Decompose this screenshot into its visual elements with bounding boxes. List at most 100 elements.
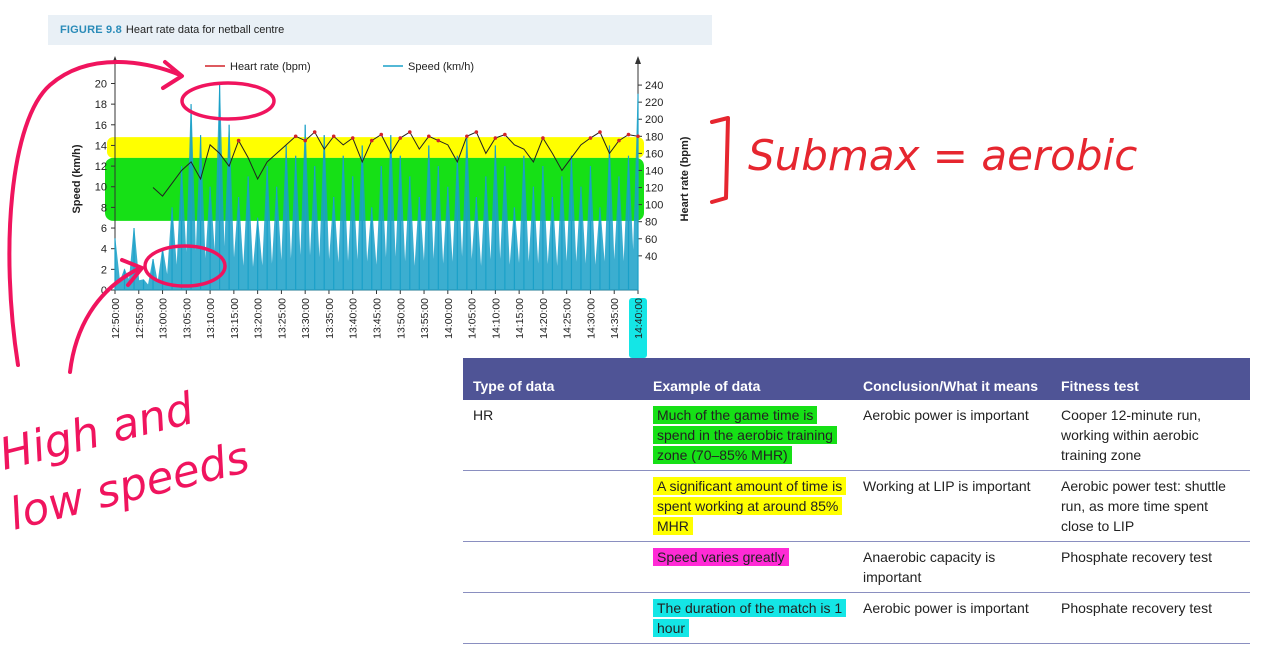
left-tick-label: 8 (101, 202, 107, 214)
table-row: The duration of the match is 1 hour Aero… (463, 592, 1250, 644)
cell-type: HR (463, 400, 643, 471)
heart-rate-point (474, 130, 479, 134)
heart-rate-point (379, 132, 384, 137)
x-tick-label: 14:10:00 (490, 298, 502, 339)
heart-rate-point (617, 138, 621, 143)
left-axis-label: Speed (km/h) (71, 144, 83, 213)
cell-test: Phosphate recovery test (1051, 541, 1250, 593)
x-tick-label: 13:10:00 (205, 298, 217, 339)
cell-type (463, 592, 643, 644)
table-row: HR Much of the game time is spend in the… (463, 400, 1250, 471)
x-tick-label: 14:25:00 (562, 298, 574, 339)
x-tick-label: 14:20:00 (538, 298, 550, 339)
left-tick-label: 20 (95, 78, 107, 90)
heart-rate-point (293, 134, 298, 139)
right-tick-label: 180 (645, 131, 663, 143)
left-tick-label: 0 (101, 285, 107, 297)
high-low-annotation-2: low speeds (4, 432, 254, 541)
right-tick-label: 240 (645, 80, 663, 92)
left-tick-label: 2 (101, 264, 107, 276)
yellow-highlight-band (107, 137, 644, 158)
heart-rate-point (369, 138, 374, 143)
cell-example-text: A significant amount of time is spent wo… (653, 477, 847, 535)
x-tick-label: 13:00:00 (158, 298, 170, 339)
cell-type (463, 470, 643, 542)
heart-rate-point (398, 136, 403, 140)
x-tick-label: 14:35:00 (609, 298, 621, 339)
x-tick-label: 12:55:00 (134, 298, 146, 339)
cell-type (463, 541, 643, 593)
heart-rate-point (407, 130, 412, 134)
x-tick-label: 14:30:00 (585, 298, 597, 339)
cell-example: A significant amount of time is spent wo… (643, 470, 853, 542)
x-tick-label: 13:55:00 (419, 298, 431, 339)
heart-rate-point (503, 132, 507, 137)
heart-rate-point (493, 136, 498, 140)
right-tick-label: 100 (645, 200, 663, 212)
high-low-annotation-1: High and (0, 383, 200, 481)
heart-rate-point (588, 136, 593, 140)
header-test: Fitness test (1051, 358, 1250, 400)
x-tick-label: 13:50:00 (395, 298, 407, 339)
cell-conclusion: Anaerobic capacity is important (853, 541, 1051, 593)
table-row: A significant amount of time is spent wo… (463, 470, 1250, 542)
right-tick-label: 140 (645, 165, 663, 177)
left-tick-label: 10 (95, 182, 107, 194)
figure-header: FIGURE 9.8 Heart rate data for netball c… (48, 15, 712, 45)
heart-rate-point (303, 138, 307, 143)
left-tick-label: 6 (101, 223, 107, 235)
legend-speed-label: Speed (km/h) (408, 61, 474, 73)
right-axis-arrow (635, 56, 641, 64)
cell-example-text: Speed varies greatly (653, 548, 789, 566)
right-tick-label: 120 (645, 183, 663, 195)
right-tick-label: 60 (645, 234, 657, 246)
heart-rate-point (636, 134, 640, 139)
heart-rate-point (312, 130, 317, 134)
header-conclusion: Conclusion/What it means (853, 358, 1051, 400)
cell-example: Much of the game time is spend in the ae… (643, 400, 853, 471)
left-tick-label: 14 (95, 140, 107, 152)
x-tick-label: 13:15:00 (229, 298, 241, 339)
x-tick-label: 13:05:00 (181, 298, 193, 339)
right-tick-label: 160 (645, 148, 663, 160)
heart-rate-point (350, 136, 355, 140)
cell-example-text: Much of the game time is spend in the ae… (653, 406, 837, 464)
left-tick-label: 16 (95, 120, 107, 132)
figure-title: Heart rate data for netball centre (125, 24, 285, 36)
x-tick-label: 14:05:00 (467, 298, 479, 339)
x-tick-label: 13:30:00 (300, 298, 312, 339)
cell-test: Cooper 12-minute run, working within aer… (1051, 400, 1250, 471)
cell-conclusion: Aerobic power is important (853, 400, 1051, 471)
x-tick-label: 12:50:00 (110, 298, 122, 339)
left-tick-label: 4 (101, 244, 107, 256)
heart-rate-speed-chart: 0 2 4 6 8 10 12 14 16 18 20 40 60 80 100 120 140 160 180 20… (71, 56, 691, 358)
right-axis-label: Heart rate (bpm) (679, 136, 691, 221)
cell-conclusion: Working at LIP is important (853, 470, 1051, 542)
cell-example: The duration of the match is 1 hour (643, 592, 853, 644)
x-tick-label: 13:45:00 (372, 298, 384, 339)
heart-rate-point (427, 134, 431, 139)
legend-heart-rate-label: Heart rate (bpm) (230, 61, 311, 73)
right-tick-label: 80 (645, 217, 657, 229)
table-row: Speed varies greatly Anaerobic capacity … (463, 541, 1250, 593)
heart-rate-point (465, 134, 469, 139)
fitness-table: Type of data Example of data Conclusion/… (463, 358, 1250, 644)
heart-rate-point (598, 130, 602, 134)
right-tick-label: 220 (645, 97, 663, 109)
cell-test: Aerobic power test: shuttle run, as more… (1051, 470, 1250, 542)
cell-example: Speed varies greatly (643, 541, 853, 593)
x-tick-label: 14:15:00 (514, 298, 526, 339)
heart-rate-point (436, 138, 441, 143)
cell-test: Phosphate recovery test (1051, 592, 1250, 644)
x-tick-label: 13:40:00 (348, 298, 360, 339)
fitness-table-container: Type of data Example of data Conclusion/… (463, 358, 1250, 644)
x-tick-label: 13:35:00 (324, 298, 336, 339)
cell-example-text: The duration of the match is 1 hour (653, 599, 847, 637)
heart-rate-point (626, 132, 631, 137)
left-tick-label: 18 (95, 99, 107, 111)
header-type: Type of data (463, 358, 643, 400)
left-axis-arrow (112, 56, 118, 64)
right-tick-label: 200 (645, 114, 663, 126)
header-example: Example of data (643, 358, 853, 400)
cell-conclusion: Aerobic power is important (853, 592, 1051, 644)
